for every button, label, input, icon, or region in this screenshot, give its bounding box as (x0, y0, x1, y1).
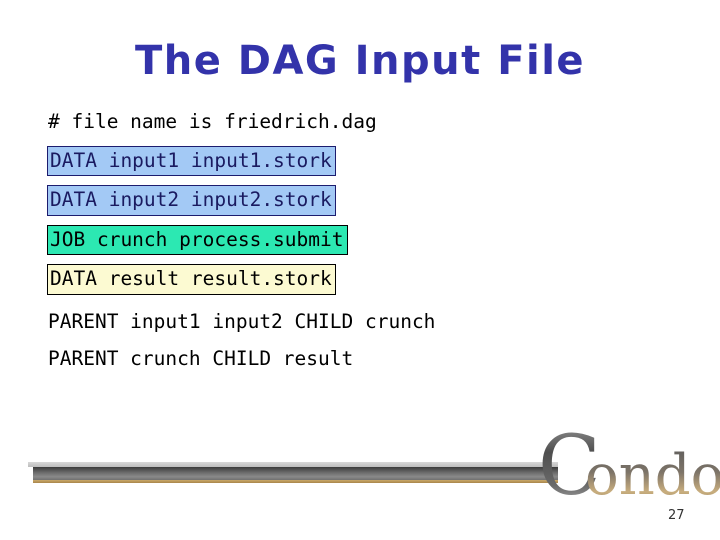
dag-file-listing: # file name is friedrich.dag DATA input1… (47, 108, 677, 383)
footer-rule-bar (28, 462, 558, 486)
code-row: PARENT input1 input2 CHILD crunch (47, 308, 677, 337)
code-row: DATA input2 input2.stork (47, 185, 677, 216)
code-line-comment: # file name is friedrich.dag (48, 110, 377, 133)
code-line-parent-crunch: PARENT crunch CHILD result (48, 347, 354, 370)
code-row: PARENT crunch CHILD result (47, 345, 677, 374)
code-line-parent-inputs: PARENT input1 input2 CHILD crunch (48, 309, 436, 333)
condor-logo-wordmark: ondor (585, 443, 720, 508)
slide-canvas: The DAG Input File # file name is friedr… (0, 0, 720, 540)
code-line-data-input2: DATA input2 input2.stork (47, 185, 336, 216)
code-line-job-crunch: JOB crunch process.submit (47, 224, 348, 255)
code-row: # file name is friedrich.dag (47, 108, 677, 137)
code-row: DATA result result.stork (47, 264, 677, 295)
footer-bar-accent (33, 480, 558, 483)
footer-bar-body (33, 467, 558, 480)
condor-logo: C ondor (538, 424, 720, 514)
code-row: DATA input1 input1.stork (47, 145, 677, 176)
page-title: The DAG Input File (134, 38, 586, 84)
code-line-data-result: DATA result result.stork (47, 264, 336, 295)
page-number: 27 (668, 508, 685, 523)
code-line-data-input1: DATA input1 input1.stork (47, 145, 336, 176)
code-row: JOB crunch process.submit (47, 224, 677, 255)
